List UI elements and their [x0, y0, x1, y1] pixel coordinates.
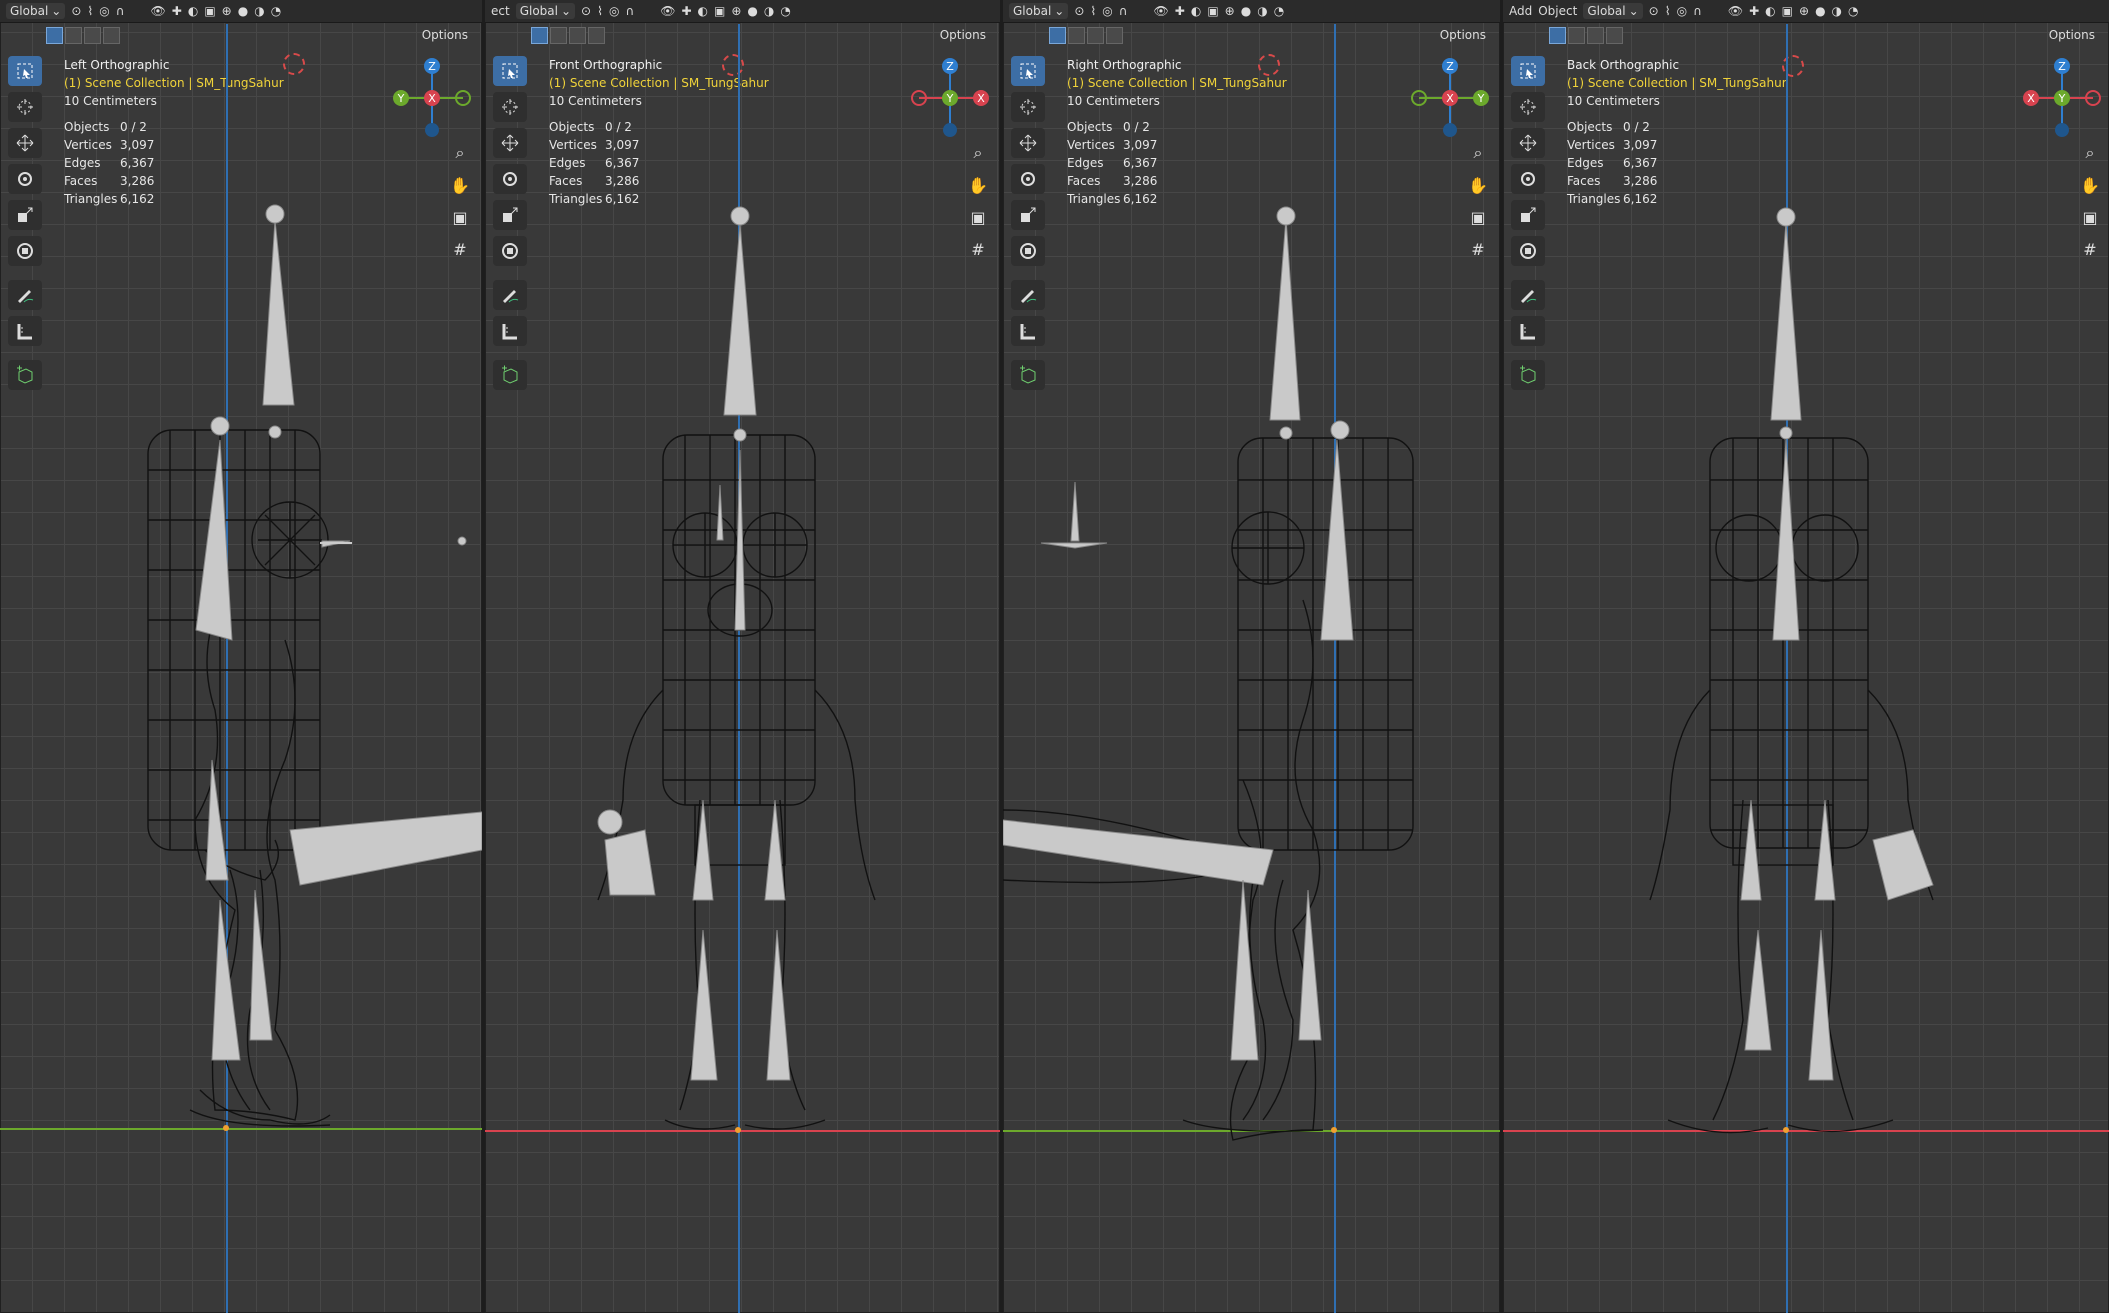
character-wireframe: [597, 206, 876, 1133]
character-wireframe: [1649, 207, 1934, 1134]
viewport-left[interactable]: Global ⌄ ⊙ ⌇ ◎ ∩ 👁 ✚ ◐ ▣ ⊕ ● ◑ ◔ Options …: [0, 0, 482, 1313]
viewport-right[interactable]: Global ⌄ ⊙ ⌇ ◎ ∩ 👁 ✚ ◐ ▣ ⊕ ● ◑ ◔ Options …: [1003, 0, 1500, 1313]
viewport-front[interactable]: ect Global ⌄ ⊙ ⌇ ◎ ∩ 👁 ✚ ◐ ▣ ⊕ ● ◑ ◔ Opti…: [485, 0, 1000, 1313]
character-wireframe: [1003, 206, 1414, 1141]
character-wireframe: [147, 204, 482, 1131]
viewport-back[interactable]: Add Object Global ⌄ ⊙ ⌇ ◎ ∩ 👁 ✚ ◐ ▣ ⊕ ● ◑…: [1503, 0, 2109, 1313]
